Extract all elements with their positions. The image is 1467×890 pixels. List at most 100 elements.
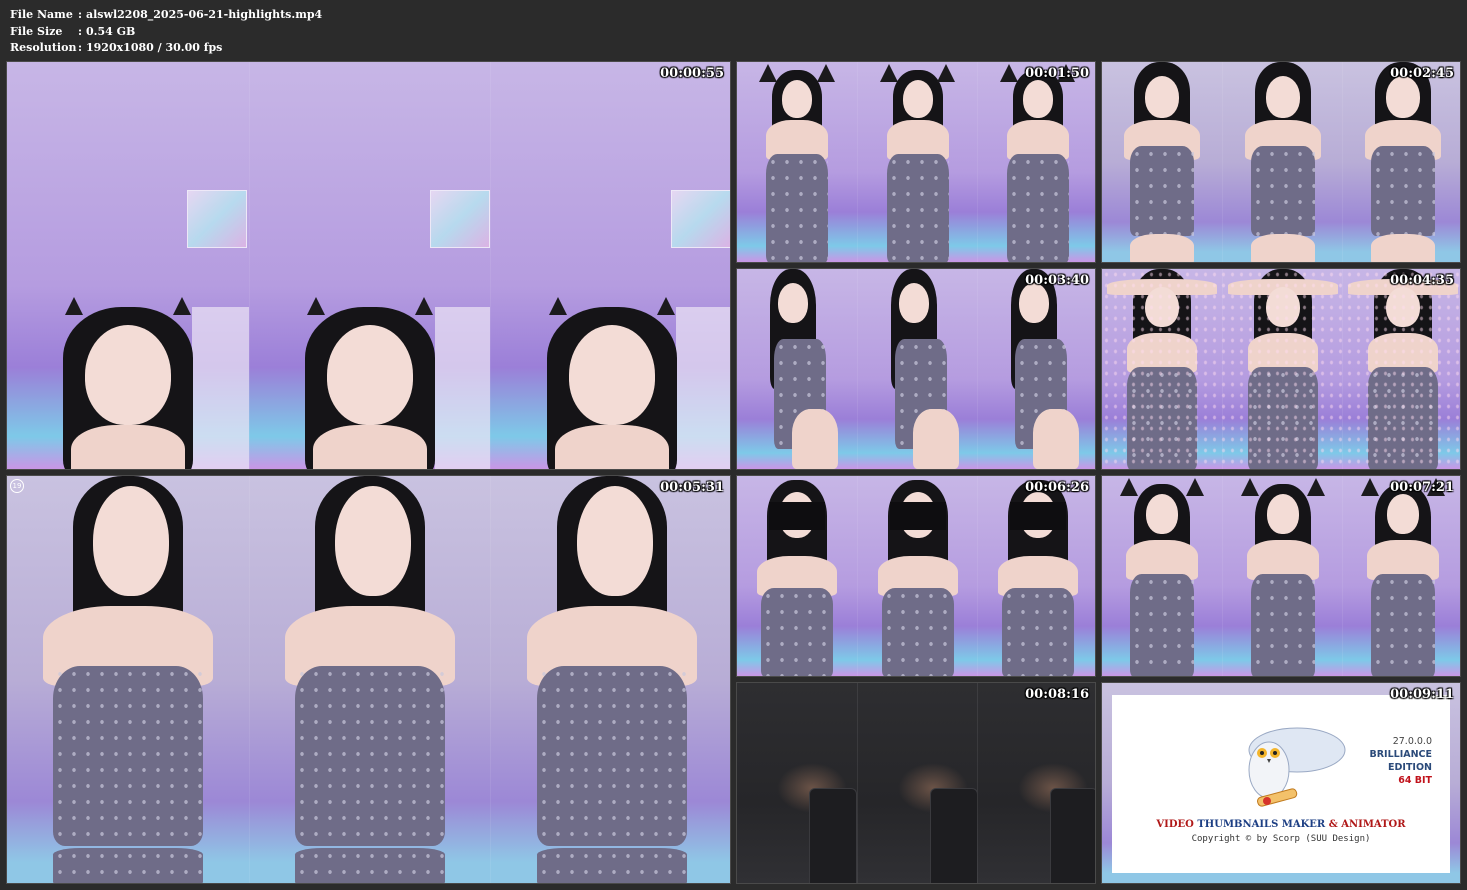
- thumbnail-frame: [249, 476, 490, 883]
- file-info-header: File Name : alswl2208_2025-06-21-highlig…: [10, 7, 322, 57]
- camisole: [295, 848, 445, 883]
- thumbnail-5[interactable]: 00:04:35: [1101, 268, 1461, 470]
- file-size-value: 0.54 GB: [86, 24, 136, 38]
- blindfold: [889, 502, 946, 531]
- person: [517, 476, 707, 883]
- person: [752, 269, 842, 469]
- decor-cube: [187, 190, 247, 248]
- thumbnail-frame: [1102, 476, 1222, 676]
- camisole: [536, 848, 687, 883]
- product-name-part3: & ANIMATOR: [1328, 819, 1406, 830]
- chair: [1050, 788, 1095, 883]
- camisole: [1370, 574, 1435, 676]
- timestamp-label: 00:08:16: [1025, 687, 1089, 702]
- resolution-value: 1920x1080 / 30.00 fps: [86, 41, 223, 54]
- person: [1112, 478, 1212, 676]
- person: [747, 476, 847, 676]
- camisole: [536, 666, 687, 846]
- decor-cube: [430, 190, 490, 248]
- camisole: [881, 588, 954, 676]
- chair: [930, 788, 977, 883]
- thumbnail-3[interactable]: 00:02:45: [1101, 61, 1461, 263]
- thumbnail-frame: [737, 269, 857, 469]
- thumbnail-frame: [490, 62, 730, 469]
- person: [873, 64, 963, 262]
- timestamp-label: 00:04:35: [1390, 273, 1454, 288]
- person: [1353, 62, 1453, 262]
- thumbnail-frame: [7, 476, 249, 883]
- camisole: [766, 154, 828, 262]
- bitness: 64 BIT: [1398, 775, 1432, 786]
- person: [1233, 62, 1333, 262]
- decor-cube: [671, 190, 730, 248]
- version-number: 27.0.0.0: [1392, 736, 1432, 747]
- version-block: 27.0.0.0 BRILLIANCE EDITION 64 BIT: [1370, 735, 1433, 787]
- owl-logo-icon: [1248, 727, 1346, 807]
- thumbnail-frame: [857, 476, 977, 676]
- thumbnail-frame: [490, 476, 730, 883]
- cat-ears: [537, 297, 687, 315]
- separator: :: [77, 41, 83, 54]
- resolution-row: Resolution : 1920x1080 / 30.00 fps: [10, 40, 322, 57]
- product-name-part2: THUMBNAILS MAKER: [1197, 819, 1326, 830]
- sparkle-overlay: [1102, 269, 1460, 469]
- timestamp-label: 00:09:11: [1390, 687, 1454, 702]
- thumbnail-frame: [857, 683, 977, 883]
- cat-ears: [295, 297, 445, 315]
- thumbnail-frame: [1222, 62, 1342, 262]
- timestamp-label: 00:07:21: [1390, 480, 1454, 495]
- camisole: [886, 154, 949, 262]
- person: [53, 297, 203, 469]
- person: [537, 297, 687, 469]
- blindfold: [1009, 502, 1066, 531]
- file-name-row: File Name : alswl2208_2025-06-21-highlig…: [10, 7, 322, 24]
- edition-line-2: EDITION: [1388, 762, 1432, 773]
- camisole: [1130, 146, 1194, 236]
- separator: :: [77, 8, 83, 21]
- thumbnail-frame: [1222, 476, 1342, 676]
- thumbnail-10[interactable]: 27.0.0.0 BRILLIANCE EDITION 64 BIT VIDEO…: [1101, 682, 1461, 884]
- thumbnail-2[interactable]: 00:01:50: [736, 61, 1096, 263]
- file-size-row: File Size : 0.54 GB: [10, 24, 322, 41]
- camisole: [1006, 154, 1069, 262]
- thumbnail-1[interactable]: 00:00:55: [6, 61, 731, 470]
- timestamp-label: 00:00:55: [660, 66, 724, 81]
- thumbnail-frame: [737, 476, 857, 676]
- thumbnail-frame: [977, 683, 1095, 883]
- camisole: [1250, 146, 1315, 236]
- file-name-label: File Name: [10, 8, 73, 21]
- file-name-value: alswl2208_2025-06-21-highlights.mp4: [86, 8, 323, 21]
- camisole: [1001, 588, 1074, 676]
- thumbnail-4[interactable]: 00:03:40: [736, 268, 1096, 470]
- thumbnail-7[interactable]: 00:06:26: [736, 475, 1096, 677]
- thumbnail-6[interactable]: 19 00:05:31: [6, 475, 731, 884]
- person: [993, 64, 1083, 262]
- camisole: [53, 848, 203, 883]
- timestamp-label: 00:02:45: [1390, 66, 1454, 81]
- person: [868, 476, 968, 676]
- product-name-part1: VIDEO: [1156, 819, 1194, 830]
- thumbnail-frame: [737, 683, 857, 883]
- thumbnail-8[interactable]: 00:07:21: [1101, 475, 1461, 677]
- person: [1112, 62, 1212, 262]
- thumbnail-frame: [7, 62, 249, 469]
- edition-line-1: BRILLIANCE: [1369, 749, 1433, 760]
- camisole: [1250, 574, 1315, 676]
- timestamp-label: 00:03:40: [1025, 273, 1089, 288]
- camisole: [761, 588, 833, 676]
- thumbnail-frame: [977, 62, 1095, 262]
- person: [33, 476, 223, 883]
- thumbnail-9[interactable]: 00:08:16: [736, 682, 1096, 884]
- thumbnail-frame: [1342, 476, 1460, 676]
- blindfold: [769, 502, 825, 531]
- thumbnail-frame: [737, 62, 857, 262]
- cat-ears: [53, 297, 203, 315]
- thumbnail-frame: [977, 269, 1095, 469]
- camisole: [1130, 574, 1194, 676]
- person: [1353, 478, 1453, 676]
- timestamp-label: 00:01:50: [1025, 66, 1089, 81]
- separator: :: [77, 24, 83, 38]
- thumbnail-frame: [977, 476, 1095, 676]
- person: [295, 297, 445, 469]
- copyright-text: Copyright © by Scorp (SUU Design): [1191, 834, 1371, 844]
